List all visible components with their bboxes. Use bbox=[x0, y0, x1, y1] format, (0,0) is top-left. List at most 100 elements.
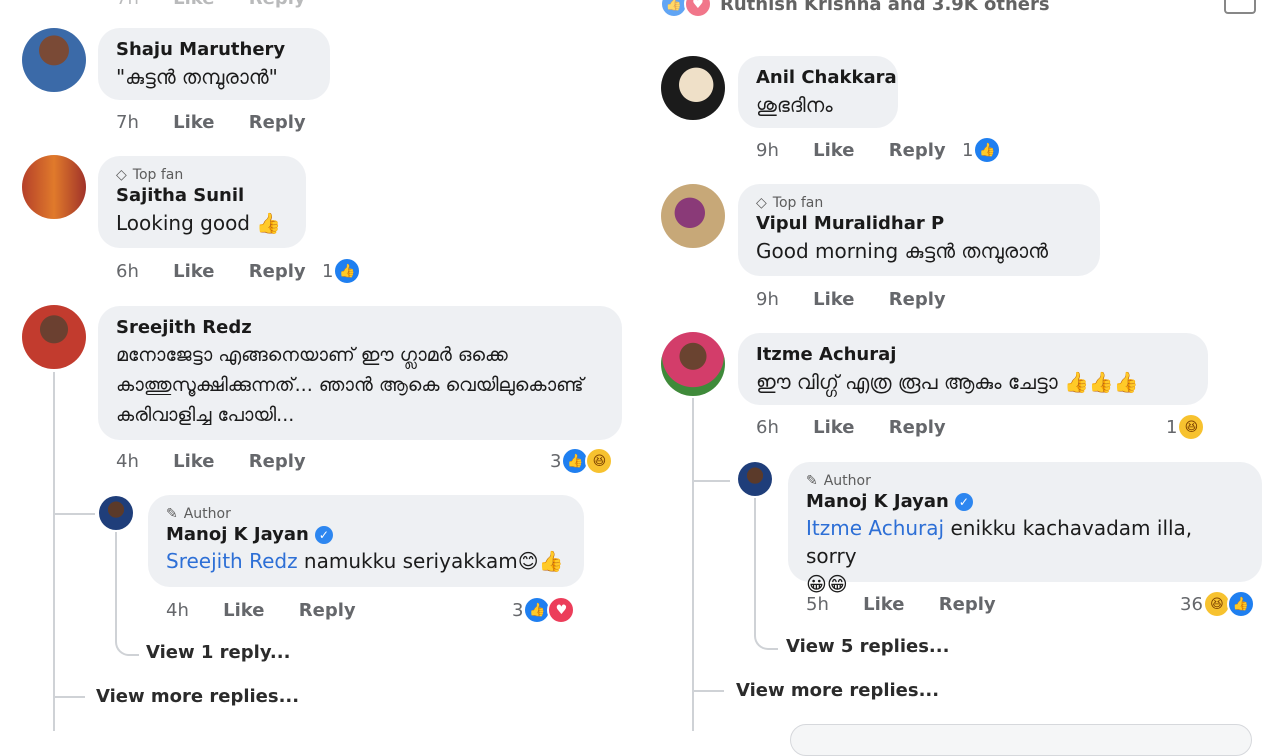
reaction-summary[interactable]: 3 👍 😆 bbox=[550, 447, 614, 475]
pencil-icon: ✎ bbox=[166, 506, 178, 522]
commenter-name[interactable]: Shaju Maruthery bbox=[116, 38, 312, 62]
like-reaction-icon: 👍 bbox=[1226, 590, 1255, 618]
haha-reaction-icon: 😆 bbox=[1177, 413, 1206, 441]
like-link[interactable]: Like bbox=[813, 289, 854, 310]
reply-thread-curve bbox=[754, 498, 778, 650]
like-link[interactable]: Like bbox=[223, 600, 264, 621]
comment-text: മനോജേട്ടാ എങ്ങനെയാണ് ഈ ഗ്ലാമർ ഒക്കെ കാത്… bbox=[116, 344, 584, 426]
timestamp: 4h bbox=[166, 600, 189, 621]
timestamp: 6h bbox=[116, 261, 139, 282]
avatar[interactable] bbox=[661, 332, 725, 396]
avatar[interactable] bbox=[661, 184, 725, 248]
reaction-summary[interactable]: 1 😆 bbox=[1166, 413, 1206, 441]
reply-link[interactable]: Reply bbox=[249, 112, 306, 133]
thread-connector bbox=[55, 513, 95, 515]
comment-actions: 9h Like Reply bbox=[756, 289, 974, 310]
top-fan-badge: ◇ Top fan bbox=[756, 195, 824, 211]
comment-bubble: Anil Chakkara ശുഭദിനം bbox=[738, 56, 898, 128]
commenter-name[interactable]: Sreejith Redz bbox=[116, 316, 604, 340]
thread-connector bbox=[694, 690, 724, 692]
reply-link[interactable]: Reply bbox=[889, 289, 946, 310]
author-reply-bubble: ✎ Author Manoj K Jayan ✓ Sreejith Redz nam… bbox=[148, 495, 584, 587]
comment-text: Looking good 👍 bbox=[116, 211, 282, 235]
comment-text: "കുട്ടൻ തമ്പുരാൻ" bbox=[116, 65, 278, 89]
timestamp: 9h bbox=[756, 289, 779, 310]
author-avatar[interactable] bbox=[738, 462, 772, 496]
reaction-summary[interactable]: 3 👍 ♥ bbox=[512, 596, 576, 624]
diamond-icon: ◇ bbox=[756, 195, 767, 211]
like-link[interactable]: Like bbox=[813, 417, 854, 438]
timestamp: 5h bbox=[806, 594, 829, 615]
post-reactions-strip[interactable]: 👍 ♥ Ruthish Krishna and 3.9K others bbox=[660, 0, 1050, 18]
reply-text: Sreejith Redz namukku seriyakkam😊👍 bbox=[166, 549, 564, 573]
diamond-icon: ◇ bbox=[116, 167, 127, 183]
comment-actions: 6h Like Reply bbox=[116, 261, 334, 282]
like-link[interactable]: Like bbox=[173, 112, 214, 133]
mention-link[interactable]: Sreejith Redz bbox=[166, 549, 298, 573]
like-link[interactable]: Like bbox=[173, 0, 214, 9]
thread-line bbox=[692, 398, 694, 731]
comment-actions: 9h Like Reply bbox=[756, 140, 974, 161]
timestamp: 6h bbox=[756, 417, 779, 438]
comment-bubble: Itzme Achuraj ഈ വിഗ്ഗ് എത്ര രൂപ ആകും ചേട… bbox=[738, 333, 1208, 405]
author-name[interactable]: Manoj K Jayan ✓ bbox=[806, 490, 1244, 514]
comment-bubble: ◇ Top fan Vipul Muralidhar P Good morning… bbox=[738, 184, 1100, 276]
thumbs-up-icon[interactable] bbox=[1224, 0, 1256, 14]
thread-connector bbox=[55, 696, 85, 698]
reply-link[interactable]: Reply bbox=[889, 140, 946, 161]
author-reply-bubble: ✎ Author Manoj K Jayan ✓ Itzme Achuraj eni… bbox=[788, 462, 1262, 596]
view-replies-link[interactable]: View 1 reply... bbox=[146, 642, 290, 663]
reply-actions: 4h Like Reply bbox=[166, 600, 384, 621]
commenter-name[interactable]: Vipul Muralidhar P bbox=[756, 212, 1082, 236]
avatar[interactable] bbox=[661, 56, 725, 120]
timestamp: 4h bbox=[116, 451, 139, 472]
timestamp: 7h bbox=[116, 112, 139, 133]
avatar[interactable] bbox=[22, 305, 86, 369]
mention-link[interactable]: Itzme Achuraj bbox=[806, 516, 944, 540]
reply-link[interactable]: Reply bbox=[889, 417, 946, 438]
reply-text: Itzme Achuraj enikku kachavadam illa, so… bbox=[806, 516, 1193, 568]
reaction-summary[interactable]: 1 👍 bbox=[322, 257, 362, 285]
avatar[interactable] bbox=[22, 155, 86, 219]
commenter-name[interactable]: Sajitha Sunil bbox=[116, 184, 288, 208]
comment-actions: 7h Like Reply bbox=[116, 112, 334, 133]
reply-link[interactable]: Reply bbox=[939, 594, 996, 615]
like-reaction-icon: 👍 bbox=[973, 136, 1002, 164]
right-comments-column: 👍 ♥ Ruthish Krishna and 3.9K others Anil… bbox=[640, 0, 1280, 756]
comment-text: Good morning കുട്ടൻ തമ്പുരാൻ bbox=[756, 239, 1049, 263]
like-link[interactable]: Like bbox=[863, 594, 904, 615]
love-reaction-icon: ♥ bbox=[547, 596, 576, 624]
like-link[interactable]: Like bbox=[813, 140, 854, 161]
author-badge: ✎ Author bbox=[166, 506, 231, 522]
cut-off-actions: 7h Like Reply bbox=[116, 0, 334, 9]
reaction-summary[interactable]: 1 👍 bbox=[962, 136, 1002, 164]
view-more-replies-link[interactable]: View more replies... bbox=[96, 686, 299, 707]
reply-link[interactable]: Reply bbox=[249, 451, 306, 472]
reaction-summary[interactable]: 36 😆 👍 bbox=[1180, 590, 1255, 618]
like-link[interactable]: Like bbox=[173, 261, 214, 282]
thread-connector bbox=[694, 480, 730, 482]
commenter-name[interactable]: Anil Chakkara bbox=[756, 66, 897, 90]
haha-reaction-icon: 😆 bbox=[585, 447, 614, 475]
author-avatar[interactable] bbox=[99, 496, 133, 530]
comment-input[interactable] bbox=[790, 724, 1252, 756]
timestamp: 9h bbox=[756, 140, 779, 161]
verified-icon: ✓ bbox=[314, 526, 333, 544]
author-name[interactable]: Manoj K Jayan ✓ bbox=[166, 523, 566, 547]
avatar[interactable] bbox=[22, 28, 86, 92]
view-more-replies-link[interactable]: View more replies... bbox=[736, 680, 939, 701]
comment-bubble: Sreejith Redz മനോജേട്ടാ എങ്ങനെയാണ് ഈ ഗ്ല… bbox=[98, 306, 622, 440]
top-fan-badge: ◇ Top fan bbox=[116, 167, 184, 183]
author-badge: ✎ Author bbox=[806, 473, 871, 489]
love-reaction-icon: ♥ bbox=[684, 0, 712, 18]
view-replies-link[interactable]: View 5 replies... bbox=[786, 636, 949, 657]
reply-link[interactable]: Reply bbox=[249, 0, 306, 9]
reply-thread-curve bbox=[115, 532, 139, 656]
pencil-icon: ✎ bbox=[806, 473, 818, 489]
comment-actions: 6h Like Reply bbox=[756, 417, 974, 438]
comment-bubble: ◇ Top fan Sajitha Sunil Looking good 👍 bbox=[98, 156, 306, 248]
reply-link[interactable]: Reply bbox=[299, 600, 356, 621]
commenter-name[interactable]: Itzme Achuraj bbox=[756, 343, 1190, 367]
like-link[interactable]: Like bbox=[173, 451, 214, 472]
reply-link[interactable]: Reply bbox=[249, 261, 306, 282]
